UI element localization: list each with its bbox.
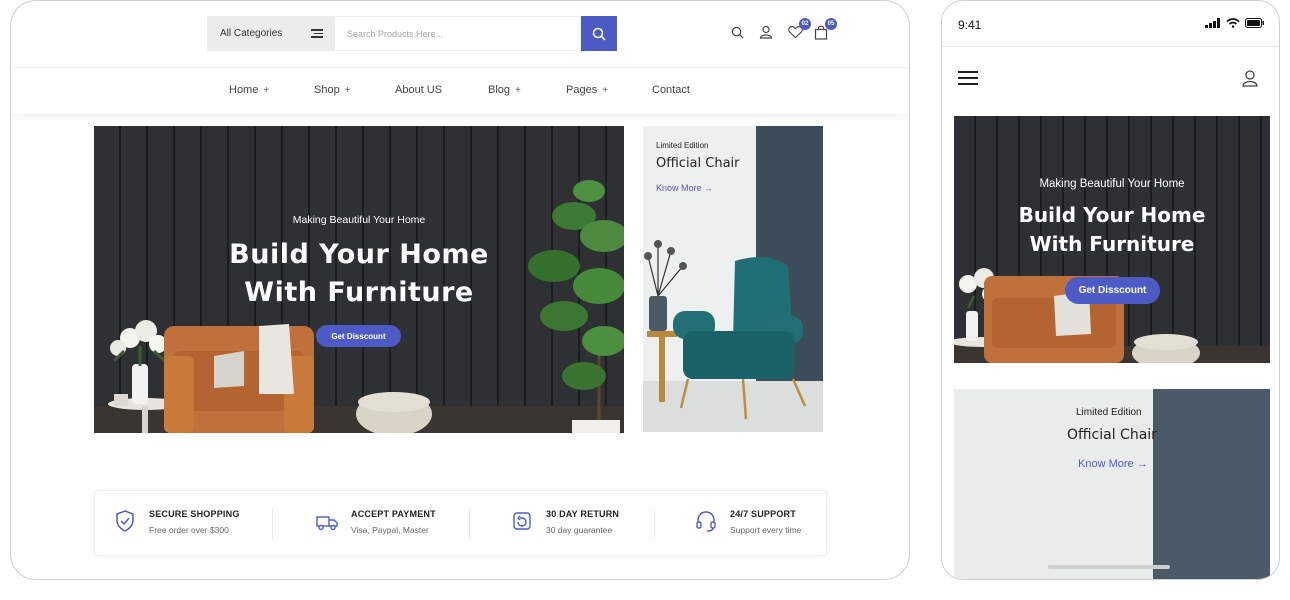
nav-plus-icon: + [515,85,521,96]
nav-plus-icon: + [602,85,609,96]
nav-label: Pages [566,84,598,96]
nav-label: About US [395,84,443,96]
feature-title: ACCEPT PAYMENT [351,509,436,519]
nav-label: Blog [488,84,511,96]
hero-title: Build Your Home With Furniture [94,236,624,312]
feature-subtitle: 30 day guarantee [546,525,613,535]
nav-plus-icon: + [344,85,351,96]
banner-small-text: Limited Edition [656,141,709,150]
feature-divider [469,509,470,539]
nav-item-shop[interactable]: Shop + [314,84,351,96]
header-search-icon[interactable] [729,24,745,40]
header-topbar: All Categories 02 05 [11,1,909,67]
feature-subtitle: Free order over $300 [149,525,229,535]
hero-banner: Making Beautiful Your Home Build Your Ho… [94,126,624,433]
filter-icon [311,29,323,38]
wifi-icon [1226,18,1240,28]
headset-icon [696,511,716,532]
chair-illustration [643,240,823,432]
search-input[interactable] [335,16,581,51]
mobile-hero-banner: Making Beautiful Your Home Build Your Ho… [954,116,1270,363]
status-time: 9:41 [958,18,982,32]
category-label: All Categories [220,28,283,39]
features-strip: SECURE SHOPPING Free order over $300 ACC… [94,490,827,556]
hero-title-line2: With Furniture [1029,232,1195,256]
mobile-side-banner[interactable]: Limited Edition Official Chair Know More… [954,389,1270,579]
battery-icon [1245,18,1264,28]
signal-icon [1205,18,1220,28]
banner-wall-panel [1153,389,1270,579]
shield-check-icon [116,510,134,532]
nav-label: Contact [652,84,690,96]
know-more-link[interactable]: Know More → [1078,458,1148,470]
side-banner[interactable]: Limited Edition Official Chair Know More… [643,126,823,432]
hero-subtitle: Making Beautiful Your Home [1039,178,1185,190]
know-more-link[interactable]: Know More → [656,183,713,193]
status-divider [942,46,1279,47]
feature-subtitle: Support every time [730,525,802,535]
hero-subtitle: Making Beautiful Your Home [292,214,426,226]
wishlist-button[interactable]: 02 [787,18,811,40]
nav-label: Shop [314,84,340,96]
hero-title: Build Your Home With Furniture [954,201,1270,259]
home-indicator[interactable] [1048,565,1170,569]
search-icon [592,27,606,41]
cart-button[interactable]: 05 [813,18,837,40]
hero-title-line2: With Furniture [244,277,474,308]
banner-title: Official Chair [1067,427,1157,443]
search-button[interactable] [581,16,617,51]
nav-plus-icon: + [263,85,270,96]
main-nav: Home + Shop + About US Blog + Pages + Contac… [11,67,909,114]
nav-item-about[interactable]: About US [395,84,442,96]
nav-item-contact[interactable]: Contact [652,84,690,96]
banner-title: Official Chair [656,156,740,171]
hero-title-line1: Build Your Home [1018,203,1206,227]
feature-title: 30 DAY RETURN [546,509,620,519]
feature-title: 24/7 SUPPORT [730,509,796,519]
nav-item-home[interactable]: Home + [229,84,269,96]
truck-icon [316,516,338,531]
feature-divider [272,509,273,539]
hamburger-menu-icon[interactable] [958,71,978,85]
feature-subtitle: Visa, Paypal, Master [351,525,429,535]
mobile-frame: 9:41 Making Beautiful Your Home Build Yo… [941,0,1280,580]
feature-divider [654,509,655,539]
nav-item-blog[interactable]: Blog + [488,84,521,96]
user-icon[interactable] [758,24,774,40]
category-select[interactable]: All Categories [207,16,335,51]
hero-title-line1: Build Your Home [229,239,489,270]
banner-small-text: Limited Edition [1076,407,1142,418]
feature-title: SECURE SHOPPING [149,509,240,519]
nav-label: Home [229,84,259,96]
get-discount-button[interactable]: Get Disscount [1065,277,1160,304]
nav-item-pages[interactable]: Pages + [566,84,608,96]
status-icons [1205,18,1265,28]
desktop-frame: All Categories 02 05 Home + Shop + About U… [10,0,910,580]
get-discount-button[interactable]: Get Disscount [316,325,401,347]
wishlist-count-badge: 02 [799,18,811,30]
cart-count-badge: 05 [825,18,837,30]
return-box-icon [513,512,531,530]
user-icon[interactable] [1241,69,1259,87]
